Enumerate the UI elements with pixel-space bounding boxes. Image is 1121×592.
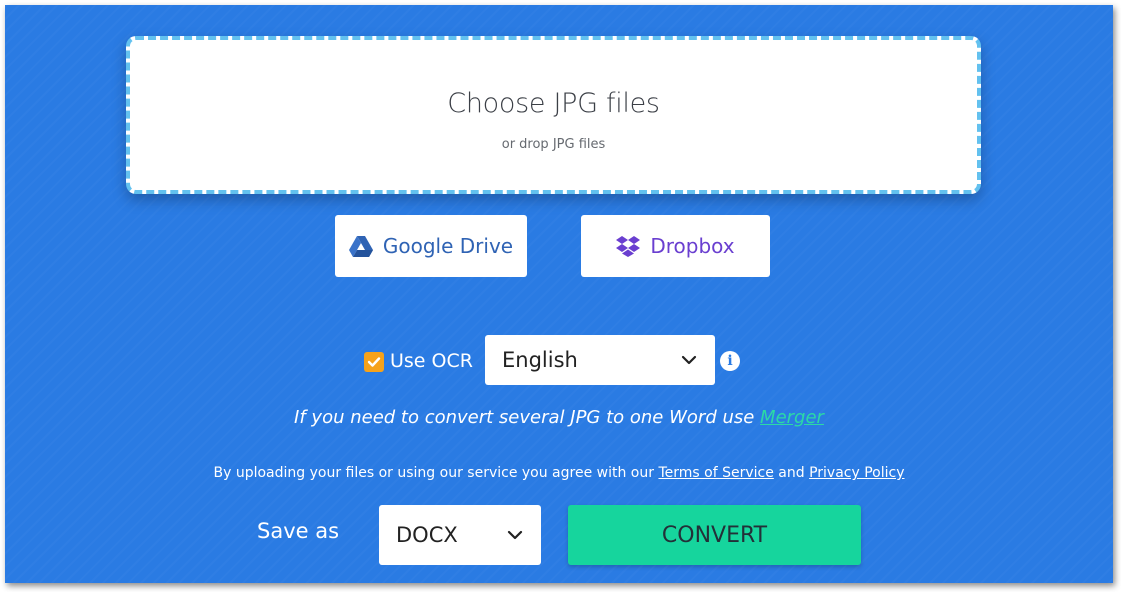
convert-button[interactable]: CONVERT bbox=[568, 505, 861, 565]
dropzone-title: Choose JPG files bbox=[447, 88, 660, 119]
output-format-select[interactable]: DOCX bbox=[379, 505, 541, 565]
terms-notice: By uploading your files or using our ser… bbox=[5, 465, 1113, 481]
save-as-label: Save as bbox=[257, 519, 340, 543]
ocr-language-value: English bbox=[502, 348, 578, 372]
output-format-value: DOCX bbox=[396, 523, 458, 547]
merge-note-text: If you need to convert several JPG to on… bbox=[294, 407, 761, 428]
converter-panel: Choose JPG files or drop JPG files Googl… bbox=[5, 5, 1113, 583]
terms-of-service-link[interactable]: Terms of Service bbox=[658, 465, 773, 481]
checkmark-icon bbox=[367, 357, 381, 367]
dropbox-icon bbox=[616, 235, 641, 257]
use-ocr-checkbox[interactable] bbox=[364, 352, 384, 372]
merger-link[interactable]: Merger bbox=[760, 407, 824, 428]
chevron-down-icon bbox=[681, 355, 697, 365]
dropbox-label: Dropbox bbox=[650, 234, 735, 258]
file-dropzone[interactable]: Choose JPG files or drop JPG files bbox=[126, 36, 981, 194]
use-ocr-label[interactable]: Use OCR bbox=[390, 350, 473, 372]
google-drive-button[interactable]: Google Drive bbox=[335, 215, 527, 277]
terms-prefix: By uploading your files or using our ser… bbox=[213, 465, 659, 481]
ocr-row: Use OCR English i bbox=[5, 335, 1113, 385]
info-icon[interactable]: i bbox=[720, 351, 740, 371]
terms-and: and bbox=[773, 465, 810, 481]
chevron-down-icon bbox=[507, 530, 523, 540]
dropbox-button[interactable]: Dropbox bbox=[581, 215, 770, 277]
google-drive-label: Google Drive bbox=[382, 234, 514, 258]
merge-note: If you need to convert several JPG to on… bbox=[5, 407, 1113, 428]
dropzone-subtitle: or drop JPG files bbox=[501, 137, 606, 152]
privacy-policy-link[interactable]: Privacy Policy bbox=[809, 465, 904, 481]
ocr-language-select[interactable]: English bbox=[485, 335, 715, 385]
google-drive-icon bbox=[348, 235, 373, 257]
